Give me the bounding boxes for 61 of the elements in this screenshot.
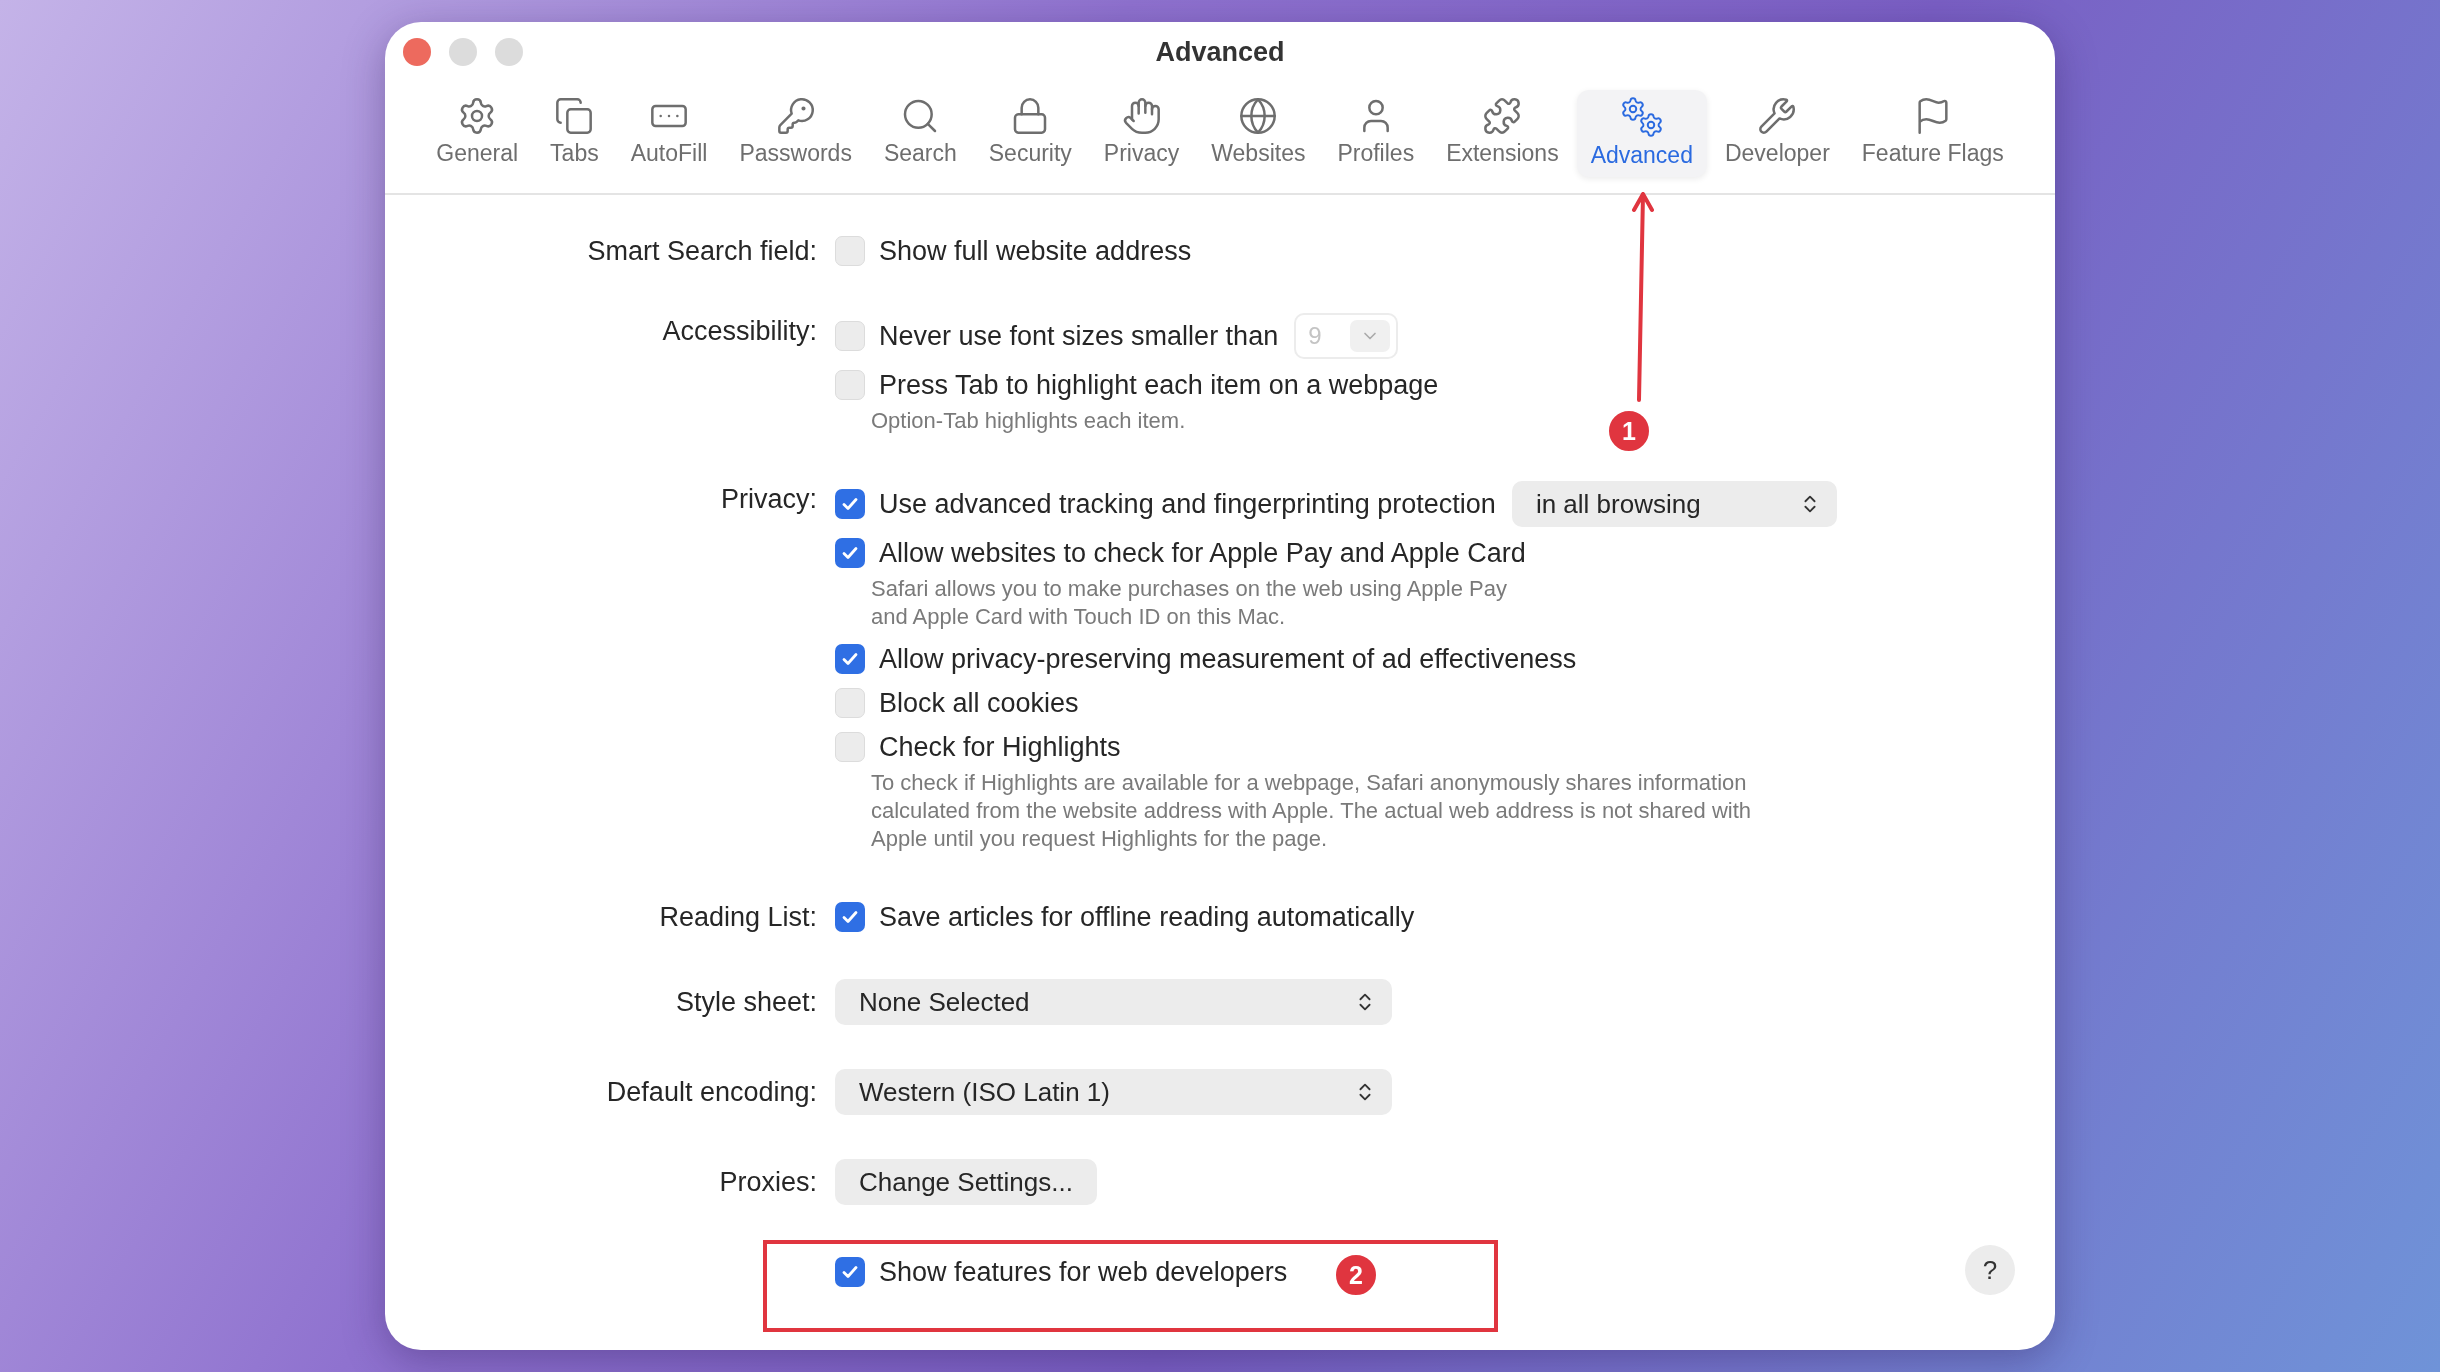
help-button[interactable]: ? — [1965, 1245, 2015, 1295]
globe-icon — [1238, 96, 1279, 136]
checkbox-label: Never use font sizes smaller than — [879, 320, 1279, 352]
minimize-button[interactable] — [449, 38, 477, 66]
puzzle-icon — [1482, 96, 1523, 136]
checkbox[interactable] — [835, 321, 865, 351]
checkbox-label: Block all cookies — [879, 687, 1079, 719]
checkbox-label: Show features for web developers — [879, 1256, 1288, 1288]
toolbar-tab[interactable]: Profiles — [1323, 90, 1429, 177]
hint-text: To check if Highlights are available for a webpage, Safari anonymously shares information calculated from the website address with Apple. The actual web address is not shared with Apple until you request Highlights for the page. — [871, 769, 1752, 853]
checkbox-label: Press Tab to highlight each item on a webpage — [879, 369, 1439, 401]
toolbar-tab[interactable]: General — [422, 90, 533, 177]
close-button[interactable] — [403, 38, 431, 66]
popup-menu[interactable]: None Selected — [835, 979, 1392, 1025]
checkbox[interactable] — [835, 732, 865, 762]
key-icon — [775, 96, 816, 136]
hint-text: Safari allows you to make purchases on the web using Apple Pay and Apple Card with Touch ID on this Mac. — [871, 575, 1507, 631]
checkbox-label: Use advanced tracking and fingerprinting protection — [879, 488, 1496, 520]
checkbox-label: Allow websites to check for Apple Pay and Apple Card — [879, 537, 1526, 569]
setting-label: Privacy: — [719, 483, 817, 516]
setting-label: Style sheet: — [674, 986, 817, 1019]
checkbox[interactable] — [835, 644, 865, 674]
checkbox[interactable] — [835, 370, 865, 400]
setting-label: Reading List: — [658, 901, 817, 934]
checkbox[interactable] — [835, 236, 865, 266]
toolbar-tab[interactable]: Security — [974, 90, 1086, 177]
toolbar-tab[interactable]: Websites — [1197, 90, 1320, 177]
hint-text: Option-Tab highlights each item. — [871, 407, 1186, 435]
toolbar-tab[interactable]: Feature Flags — [1847, 90, 2018, 177]
toolbar-tab[interactable]: Privacy — [1089, 90, 1194, 177]
toolbar-tab[interactable]: AutoFill — [616, 90, 722, 177]
checkbox[interactable] — [835, 902, 865, 932]
checkbox[interactable] — [835, 489, 865, 519]
checkbox-label: Show full website address — [879, 235, 1192, 267]
toolbar-tab[interactable]: Tabs — [536, 90, 613, 177]
toolbar-tab[interactable]: Passwords — [725, 90, 866, 177]
checkbox[interactable] — [835, 538, 865, 568]
hand-icon — [1121, 96, 1162, 136]
popup-menu[interactable]: Western (ISO Latin 1) — [835, 1069, 1392, 1115]
gears-icon — [1619, 96, 1664, 138]
toolbar-tab[interactable]: Extensions — [1432, 90, 1573, 177]
squares-icon — [554, 96, 595, 136]
setting-label: Default encoding: — [605, 1076, 817, 1109]
wrench-icon — [1757, 96, 1798, 136]
checkbox[interactable] — [835, 1257, 865, 1287]
setting-label: Proxies: — [718, 1166, 817, 1199]
window-title: Advanced — [1155, 36, 1285, 67]
checkbox[interactable] — [835, 688, 865, 718]
checkbox-label: Check for Highlights — [879, 731, 1121, 763]
toolbar-tab[interactable]: Search — [869, 90, 971, 177]
annotation-badge: 1 — [1607, 409, 1651, 453]
checkbox-label: Allow privacy-preserving measurement of ad effectiveness — [879, 643, 1577, 675]
setting-label: Smart Search field: — [586, 235, 817, 268]
setting-label: Accessibility: — [661, 315, 817, 348]
popup-menu[interactable]: in all browsing — [1511, 481, 1837, 527]
settings-button[interactable]: Change Settings... — [835, 1159, 1097, 1205]
zoom-button[interactable] — [495, 38, 523, 66]
toolbar-tab[interactable]: Developer — [1710, 90, 1844, 177]
checkbox-label: Save articles for offline reading automatically — [879, 901, 1415, 933]
annotation-badge: 2 — [1334, 1253, 1378, 1297]
toolbar-tab[interactable]: Advanced — [1576, 90, 1707, 177]
